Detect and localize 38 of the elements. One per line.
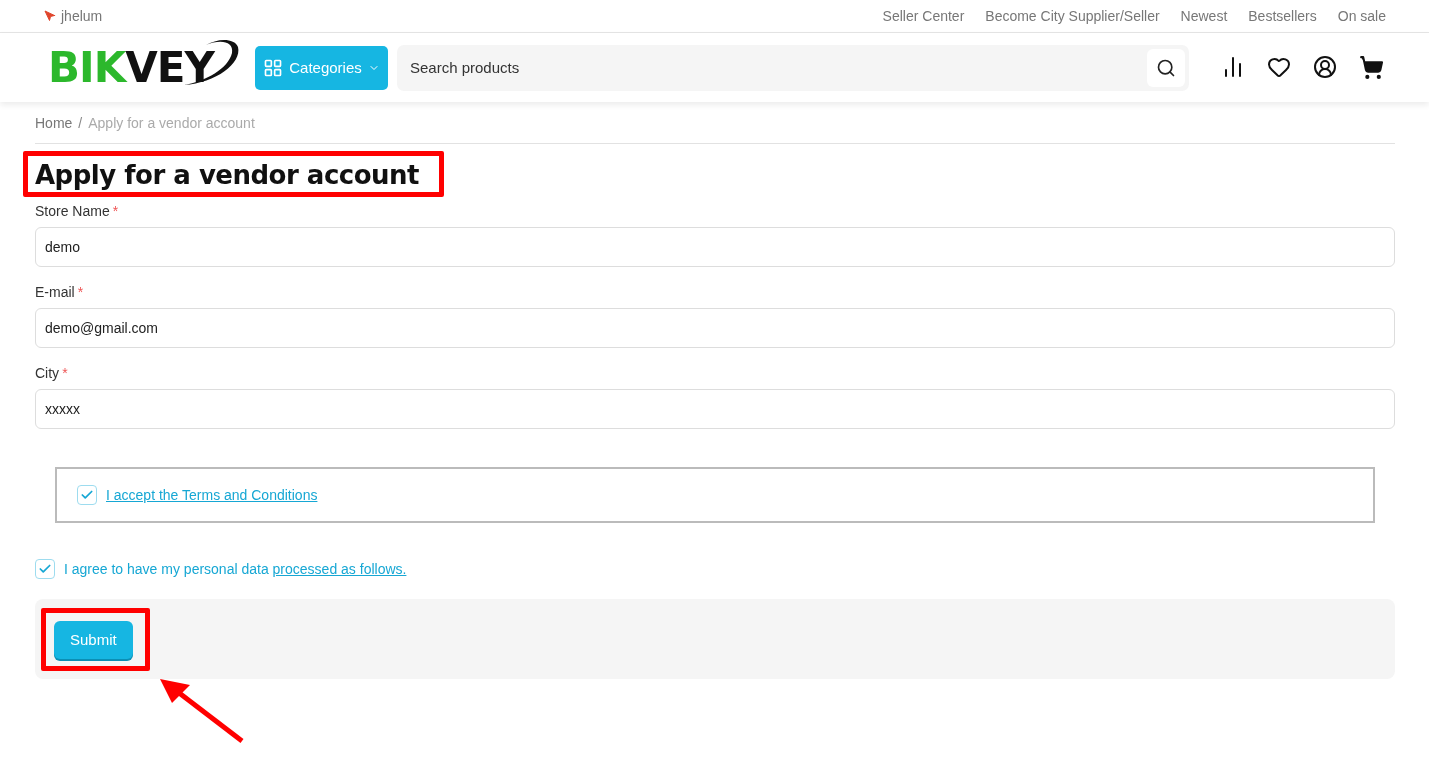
check-icon [38, 562, 52, 576]
search-bar[interactable]: Search products [397, 44, 1189, 91]
required-mark: * [77, 284, 84, 300]
top-nav-link[interactable]: Bestsellers [1248, 8, 1317, 24]
text-input[interactable]: demo@gmail.com [35, 308, 1395, 348]
field-label: Store Name * [35, 203, 120, 219]
checkbox[interactable] [35, 559, 55, 579]
location-arrow-icon [44, 10, 56, 22]
checkbox[interactable] [77, 485, 97, 505]
text-input[interactable]: xxxxx [35, 389, 1395, 429]
cart-icon[interactable] [1359, 55, 1384, 80]
top-nav-link[interactable]: Become City Supplier/Seller [985, 8, 1160, 24]
terms-link[interactable]: I accept the Terms and Conditions [106, 487, 318, 503]
breadcrumb-link[interactable]: Apply for a vendor account [88, 115, 255, 131]
logo[interactable]: BIKVEY [48, 43, 255, 92]
required-mark: * [62, 365, 68, 381]
top-nav-link[interactable]: On sale [1337, 8, 1386, 24]
breadcrumb-separator: / [78, 115, 83, 131]
required-mark: * [112, 203, 119, 219]
consent-link[interactable]: processed as follows. [272, 561, 407, 577]
top-nav-link[interactable]: Seller Center [882, 8, 965, 24]
user-icon[interactable] [1313, 55, 1337, 80]
search-field[interactable]: Search products [408, 58, 1147, 77]
grid-icon [263, 57, 284, 78]
consent-text: I agree to have my personal data processed as follows. [64, 561, 407, 577]
breadcrumb-link[interactable]: Home [35, 115, 73, 131]
text-input[interactable]: demo [35, 227, 1395, 267]
field-label: City * [35, 365, 69, 381]
field-label: E-mail * [35, 284, 85, 300]
top-nav-link[interactable]: Newest [1180, 8, 1228, 24]
search-icon [1156, 57, 1176, 78]
check-icon [80, 488, 94, 502]
heart-icon[interactable] [1267, 55, 1291, 80]
location-text: jhelum [61, 8, 103, 24]
categories-button[interactable]: Categories [255, 45, 388, 90]
page-title: Apply for a vendor account [35, 160, 420, 190]
submit-button[interactable]: Submit [54, 620, 133, 659]
search-button[interactable] [1147, 48, 1185, 87]
